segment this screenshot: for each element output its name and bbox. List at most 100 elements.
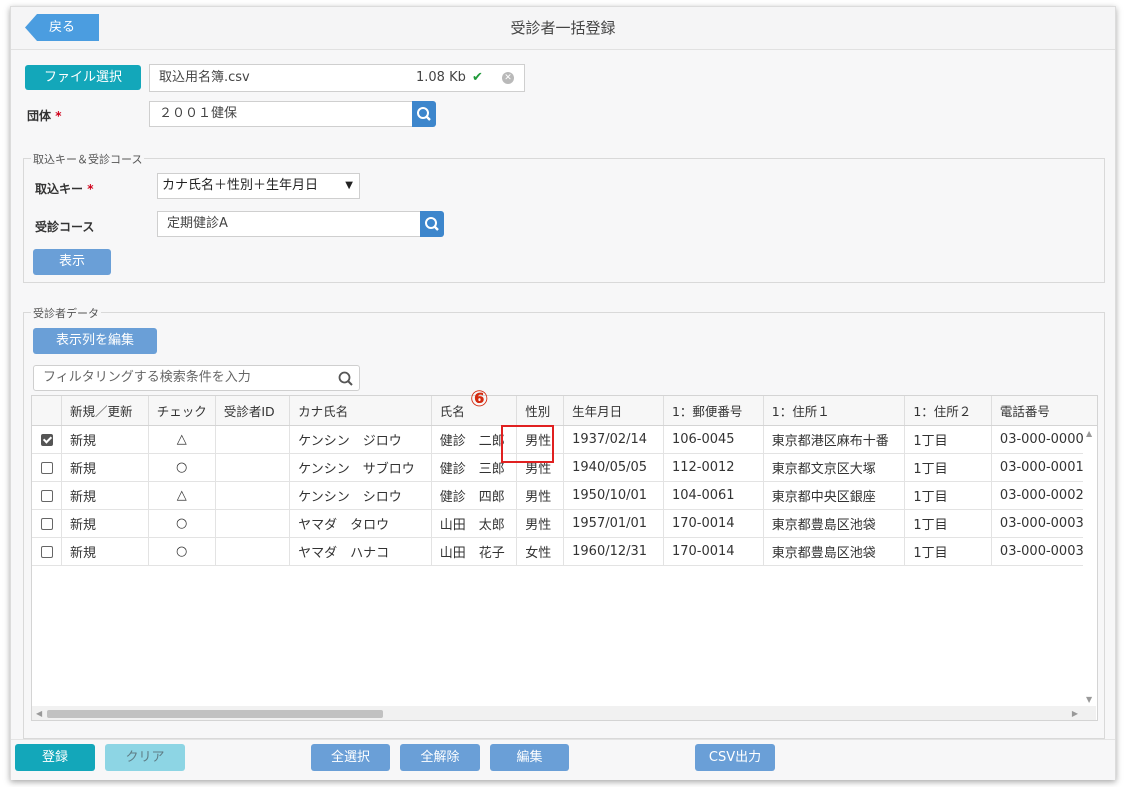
page-title: 受診者一括登録 xyxy=(510,19,616,37)
row-select-cell[interactable] xyxy=(32,537,63,566)
attendee-table: 新規／更新 チェック 受診者ID カナ氏名 氏名 性別 生年月日 1：郵便番号 … xyxy=(31,395,1098,721)
edit-button[interactable]: 編集 xyxy=(490,744,569,771)
cell-zip: 106-0045 xyxy=(663,425,764,454)
cell-id xyxy=(215,425,291,454)
col-header[interactable]: 1：住所２ xyxy=(904,396,992,426)
cell-addr1: 東京都豊島区池袋 xyxy=(763,509,906,538)
col-header[interactable]: 生年月日 xyxy=(563,396,664,426)
cell-kana: ケンシン サブロウ xyxy=(289,453,432,482)
import-key-label: 取込キー * xyxy=(35,182,94,196)
scroll-up-icon[interactable]: ▲ xyxy=(1086,429,1092,438)
search-icon xyxy=(425,217,439,231)
cell-addr1: 東京都文京区大塚 xyxy=(763,453,906,482)
file-select-button[interactable]: ファイル選択 xyxy=(25,65,141,90)
group-search-button[interactable] xyxy=(412,101,436,127)
cell-id xyxy=(215,453,291,482)
col-header xyxy=(32,396,63,426)
title-bar: 受診者一括登録 戻る xyxy=(11,7,1115,50)
horizontal-scrollbar[interactable]: ◀ ▶ xyxy=(32,706,1096,720)
cell-zip: 112-0012 xyxy=(663,453,764,482)
table-row[interactable]: 新規 ○ ヤマダ タロウ 山田 太郎 男性 1957/01/01 170-0014 東京都豊島… xyxy=(32,509,1097,538)
checkbox-checked[interactable] xyxy=(40,433,53,446)
cell-id xyxy=(215,537,291,566)
cell-addr2: 1丁目 xyxy=(904,481,992,510)
cell-check: ○ xyxy=(148,509,216,538)
cell-name: 山田 花子 xyxy=(431,537,518,566)
cell-sex: 女性 xyxy=(516,537,565,566)
cell-id xyxy=(215,509,291,538)
cell-zip: 170-0014 xyxy=(663,509,764,538)
col-header[interactable]: 性別 xyxy=(516,396,565,426)
row-select-cell[interactable] xyxy=(32,481,63,510)
col-header[interactable]: チェック xyxy=(148,396,216,426)
cell-sex: 男性 xyxy=(516,481,565,510)
filter-input[interactable]: フィルタリングする検索条件を入力 xyxy=(33,365,360,391)
footer-bar: 登録 クリア 全選択 全解除 編集 CSV出力 xyxy=(11,739,1115,780)
row-select-cell[interactable] xyxy=(32,425,63,454)
cell-addr1: 東京都豊島区池袋 xyxy=(763,537,906,566)
import-window: 受診者一括登録 戻る ファイル選択 取込用名簿.csv 1.08 Kb ✔ ✕ … xyxy=(10,6,1116,780)
group-input[interactable]: ２００１健保 xyxy=(149,101,413,127)
row-select-cell[interactable] xyxy=(32,509,63,538)
cell-kana: ヤマダ ハナコ xyxy=(289,537,432,566)
deselect-all-button[interactable]: 全解除 xyxy=(400,744,480,771)
table-row[interactable]: 新規 ○ ヤマダ ハナコ 山田 花子 女性 1960/12/31 170-0014 東京都豊島… xyxy=(32,537,1097,566)
col-header[interactable]: 受診者ID xyxy=(215,396,291,426)
checkbox[interactable] xyxy=(40,545,53,558)
cell-check: ○ xyxy=(148,453,216,482)
cell-kana: ヤマダ タロウ xyxy=(289,509,432,538)
course-input[interactable]: 定期健診A xyxy=(157,211,421,237)
col-header[interactable]: カナ氏名 xyxy=(289,396,432,426)
annotation-marker: ⑥ xyxy=(470,387,489,412)
cell-dob: 1957/01/01 xyxy=(563,509,664,538)
cell-dob: 1950/10/01 xyxy=(563,481,664,510)
cell-zip: 104-0061 xyxy=(663,481,764,510)
cell-addr1: 東京都港区麻布十番 xyxy=(763,425,906,454)
col-header[interactable]: 1：住所１ xyxy=(763,396,906,426)
checkbox[interactable] xyxy=(40,461,53,474)
import-key-select[interactable]: カナ氏名＋性別＋生年月日 ▼ xyxy=(157,173,360,199)
checkbox[interactable] xyxy=(40,489,53,502)
col-header[interactable]: 電話番号 xyxy=(991,396,1097,426)
table-row[interactable]: 新規 ○ ケンシン サブロウ 健診 三郎 男性 1940/05/05 112-0012 東京都… xyxy=(32,453,1097,482)
cell-kana: ケンシン シロウ xyxy=(289,481,432,510)
cell-check: △ xyxy=(148,481,216,510)
cell-type: 新規 xyxy=(61,481,149,510)
search-icon xyxy=(417,107,431,121)
cell-addr2: 1丁目 xyxy=(904,425,992,454)
row-select-cell[interactable] xyxy=(32,453,63,482)
cell-name: 山田 太郎 xyxy=(431,509,518,538)
table-row[interactable]: 新規 △ ケンシン シロウ 健診 四郎 男性 1950/10/01 104-0061 東京都中… xyxy=(32,481,1097,510)
cell-tel: 03-000-0000 xyxy=(991,425,1097,454)
cell-dob: 1960/12/31 xyxy=(563,537,664,566)
show-button[interactable]: 表示 xyxy=(33,249,111,275)
annotation-highlight-box xyxy=(501,425,554,463)
cell-tel: 03-000-0002 xyxy=(991,481,1097,510)
check-icon: ✔ xyxy=(472,70,483,85)
cell-zip: 170-0014 xyxy=(663,537,764,566)
data-legend: 受診者データ xyxy=(31,305,101,321)
table-row[interactable]: 新規 △ ケンシン ジロウ 健診 二郎 男性 1937/02/14 106-0045 東京都港… xyxy=(32,425,1097,454)
select-all-button[interactable]: 全選択 xyxy=(311,744,390,771)
course-search-button[interactable] xyxy=(420,211,444,237)
horizontal-scroll-thumb[interactable] xyxy=(47,710,383,718)
edit-columns-button[interactable]: 表示列を編集 xyxy=(33,328,157,354)
remove-file-icon[interactable]: ✕ xyxy=(502,72,514,84)
scroll-down-icon[interactable]: ▼ xyxy=(1086,695,1092,704)
back-button[interactable]: 戻る xyxy=(25,14,99,41)
register-button[interactable]: 登録 xyxy=(15,744,95,771)
cell-check: △ xyxy=(148,425,216,454)
clear-button[interactable]: クリア xyxy=(105,744,185,771)
cell-addr1: 東京都中央区銀座 xyxy=(763,481,906,510)
search-icon xyxy=(338,371,353,386)
vertical-scrollbar[interactable]: ▲ ▼ xyxy=(1083,426,1097,706)
scroll-left-icon[interactable]: ◀ xyxy=(36,709,42,718)
cell-sex: 男性 xyxy=(516,509,565,538)
col-header[interactable]: 新規／更新 xyxy=(61,396,149,426)
scroll-right-icon[interactable]: ▶ xyxy=(1072,709,1078,718)
checkbox[interactable] xyxy=(40,517,53,530)
cell-id xyxy=(215,481,291,510)
col-header[interactable]: 1：郵便番号 xyxy=(663,396,764,426)
cell-dob: 1937/02/14 xyxy=(563,425,664,454)
csv-export-button[interactable]: CSV出力 xyxy=(695,744,775,771)
